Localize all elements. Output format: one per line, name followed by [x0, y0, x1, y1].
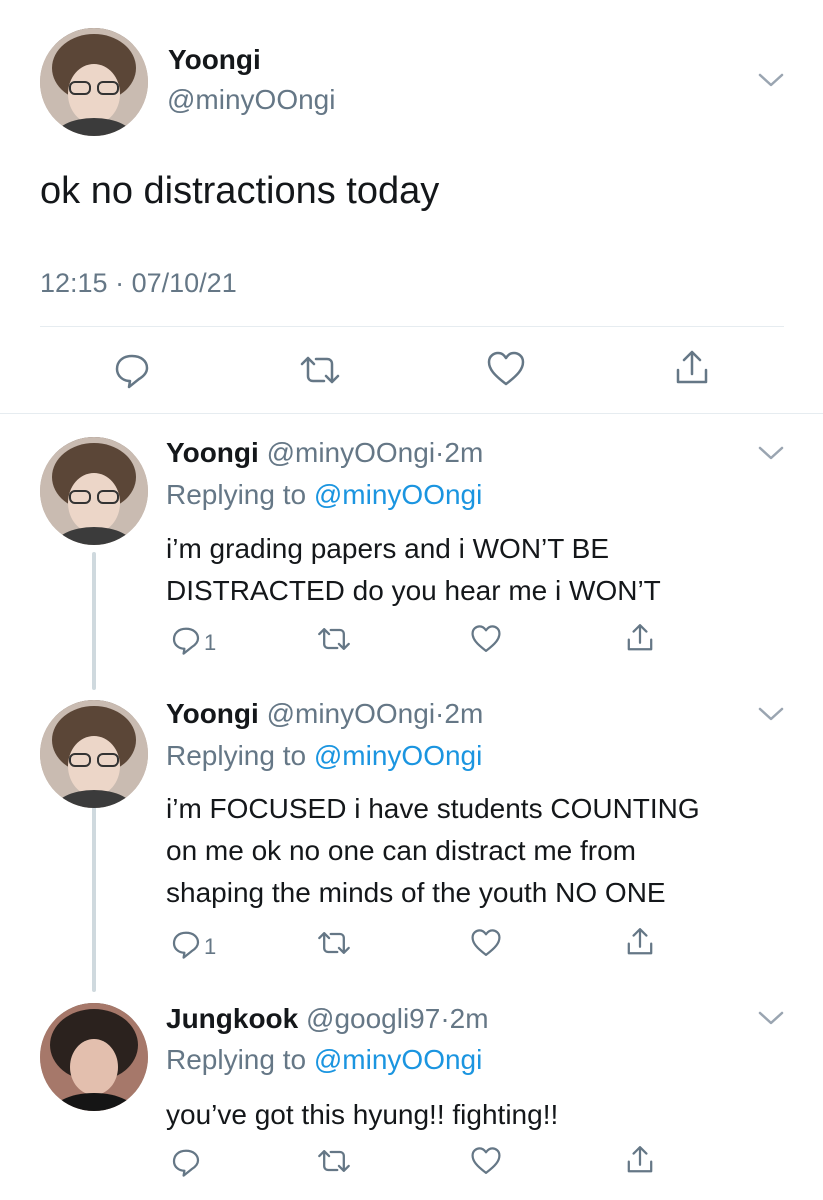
chevron-down-icon[interactable]	[756, 70, 786, 90]
replying-to-handle[interactable]: @minyOOngi	[314, 740, 482, 771]
user-handle[interactable]: @minyOOngi	[267, 698, 435, 729]
share-icon[interactable]	[624, 1144, 656, 1176]
separator-dot: ·	[435, 698, 445, 729]
avatar[interactable]	[40, 1003, 148, 1111]
reply-text-line: i’m FOCUSED i have students COUNTING	[166, 793, 700, 824]
reply-icon[interactable]	[170, 624, 202, 656]
display-name[interactable]: Jungkook	[166, 1003, 298, 1034]
tweet-timestamp: 12:15 · 07/10/21	[40, 268, 237, 299]
thread-line	[92, 552, 96, 690]
heart-icon[interactable]	[470, 624, 502, 654]
separator-dot: ·	[440, 1003, 450, 1034]
reply-text-line: you’ve got this hyung!! fighting!!	[166, 1099, 559, 1130]
tweet-text: ok no distractions today	[40, 170, 440, 212]
reply-age: 2m	[444, 437, 484, 468]
retweet-icon[interactable]	[316, 624, 352, 654]
reply-text: i’m FOCUSED i have students COUNTING on …	[166, 788, 700, 914]
separator-dot: ·	[435, 437, 445, 468]
user-handle[interactable]: @minyOOngi	[167, 84, 335, 116]
separator-dot: ·	[115, 268, 125, 298]
display-name[interactable]: Yoongi	[168, 44, 261, 76]
reply-text-line: DISTRACTED do you hear me i WON’T	[166, 575, 661, 606]
heart-icon[interactable]	[470, 1146, 502, 1176]
retweet-icon[interactable]	[298, 352, 342, 388]
divider	[40, 326, 784, 327]
display-name[interactable]: Yoongi	[166, 437, 259, 468]
user-handle[interactable]: @googli97	[306, 1003, 440, 1034]
chevron-down-icon[interactable]	[756, 1008, 786, 1028]
reply-header: Yoongi @minyOOngi·2m	[166, 437, 483, 469]
replying-to-label: Replying to	[166, 1044, 307, 1075]
reply-text-line: on me ok no one can distract me from	[166, 835, 636, 866]
reply-age: 2m	[449, 1003, 489, 1034]
avatar[interactable]	[40, 437, 148, 545]
tweet-time: 12:15	[40, 268, 108, 298]
replying-to-handle[interactable]: @minyOOngi	[314, 479, 482, 510]
display-name[interactable]: Yoongi	[166, 698, 259, 729]
share-icon[interactable]	[624, 926, 656, 958]
reply-header: Jungkook @googli97·2m	[166, 1003, 489, 1035]
avatar[interactable]	[40, 28, 148, 136]
replying-to: Replying to @minyOOngi	[166, 479, 482, 511]
reply-icon[interactable]	[170, 1146, 202, 1178]
heart-icon[interactable]	[486, 350, 526, 388]
replying-to-label: Replying to	[166, 479, 307, 510]
reply-icon[interactable]	[112, 350, 152, 390]
reply-age: 2m	[444, 698, 484, 729]
user-handle[interactable]: @minyOOngi	[267, 437, 435, 468]
replying-to: Replying to @minyOOngi	[166, 1044, 482, 1076]
avatar[interactable]	[40, 700, 148, 808]
tweet-date: 07/10/21	[131, 268, 237, 298]
chevron-down-icon[interactable]	[756, 443, 786, 463]
reply-count: 1	[204, 934, 217, 959]
replying-to: Replying to @minyOOngi	[166, 740, 482, 772]
heart-icon[interactable]	[470, 928, 502, 958]
reply-header: Yoongi @minyOOngi·2m	[166, 698, 483, 730]
replying-to-label: Replying to	[166, 740, 307, 771]
retweet-icon[interactable]	[316, 1146, 352, 1176]
share-icon[interactable]	[624, 622, 656, 654]
chevron-down-icon[interactable]	[756, 704, 786, 724]
reply-icon[interactable]	[170, 928, 202, 960]
divider	[0, 413, 823, 414]
reply-count: 1	[204, 630, 217, 655]
reply-text: you’ve got this hyung!! fighting!!	[166, 1094, 558, 1136]
replying-to-handle[interactable]: @minyOOngi	[314, 1044, 482, 1075]
reply-text-line: shaping the minds of the youth NO ONE	[166, 877, 666, 908]
reply-text: i’m grading papers and i WON’T BE DISTRA…	[166, 528, 661, 612]
retweet-icon[interactable]	[316, 928, 352, 958]
share-icon[interactable]	[672, 348, 712, 388]
reply-text-line: i’m grading papers and i WON’T BE	[166, 533, 609, 564]
thread-line	[92, 792, 96, 992]
